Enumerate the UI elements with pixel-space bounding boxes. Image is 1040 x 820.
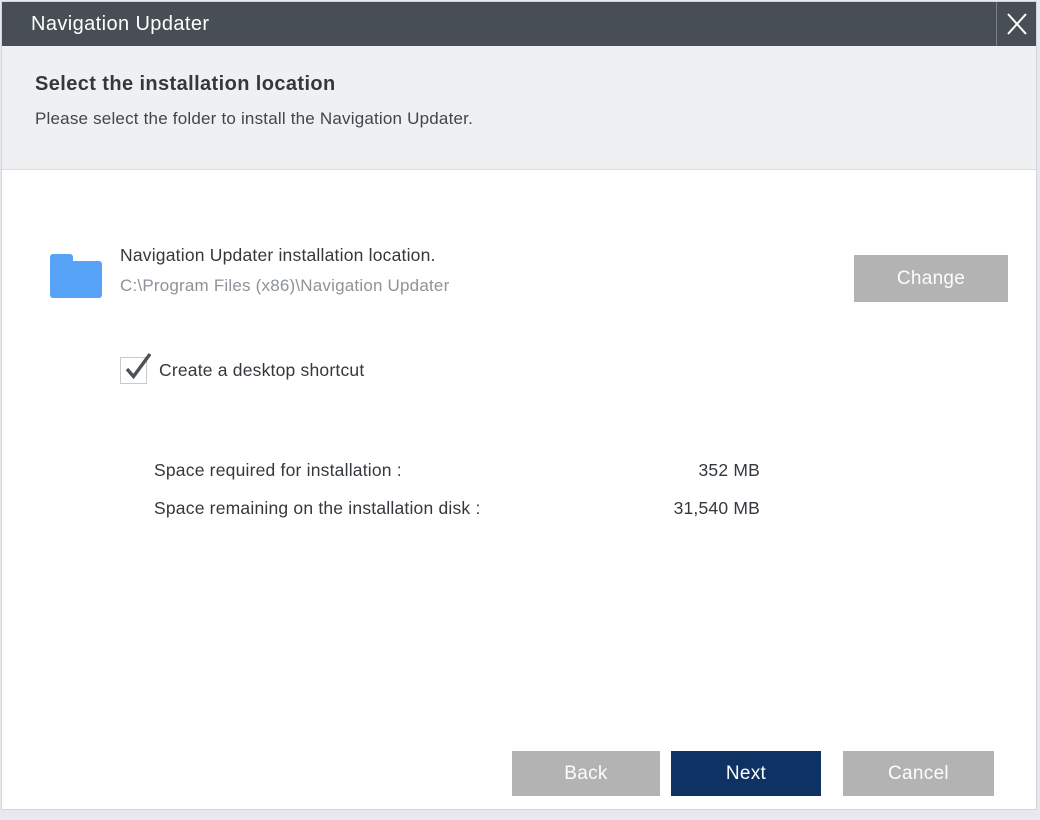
window-title: Navigation Updater (31, 12, 210, 35)
desktop-shortcut-checkbox[interactable] (120, 352, 152, 384)
space-required-value: 352 MB (698, 460, 760, 480)
space-remaining-label: Space remaining on the installation disk… (154, 498, 481, 518)
close-icon (1006, 13, 1027, 35)
back-button[interactable]: Back (512, 751, 660, 796)
titlebar: Navigation Updater (2, 2, 1036, 46)
space-remaining-row: Space remaining on the installation disk… (154, 498, 760, 519)
checkmark-icon (125, 352, 152, 380)
space-remaining-value: 31,540 MB (673, 498, 760, 518)
desktop-shortcut-option[interactable]: Create a desktop shortcut (120, 352, 365, 384)
space-info: Space required for installation : 352 MB… (154, 460, 760, 536)
next-button[interactable]: Next (671, 751, 821, 796)
wizard-header: Select the installation location Please … (2, 46, 1036, 170)
space-required-label: Space required for installation : (154, 460, 402, 480)
space-required-row: Space required for installation : 352 MB (154, 460, 760, 481)
close-button[interactable] (996, 2, 1036, 46)
install-location-label: Navigation Updater installation location… (120, 245, 436, 265)
page-subtitle: Please select the folder to install the … (35, 109, 473, 128)
installer-window: Navigation Updater Select the installati… (1, 1, 1037, 810)
folder-icon (50, 254, 102, 298)
install-location-path: C:\Program Files (x86)\Navigation Update… (120, 276, 450, 295)
page-title: Select the installation location (35, 73, 336, 95)
cancel-button[interactable]: Cancel (843, 751, 994, 796)
page: Navigation Updater Select the installati… (0, 0, 1040, 820)
desktop-shortcut-label: Create a desktop shortcut (159, 360, 365, 380)
change-button[interactable]: Change (854, 255, 1008, 302)
